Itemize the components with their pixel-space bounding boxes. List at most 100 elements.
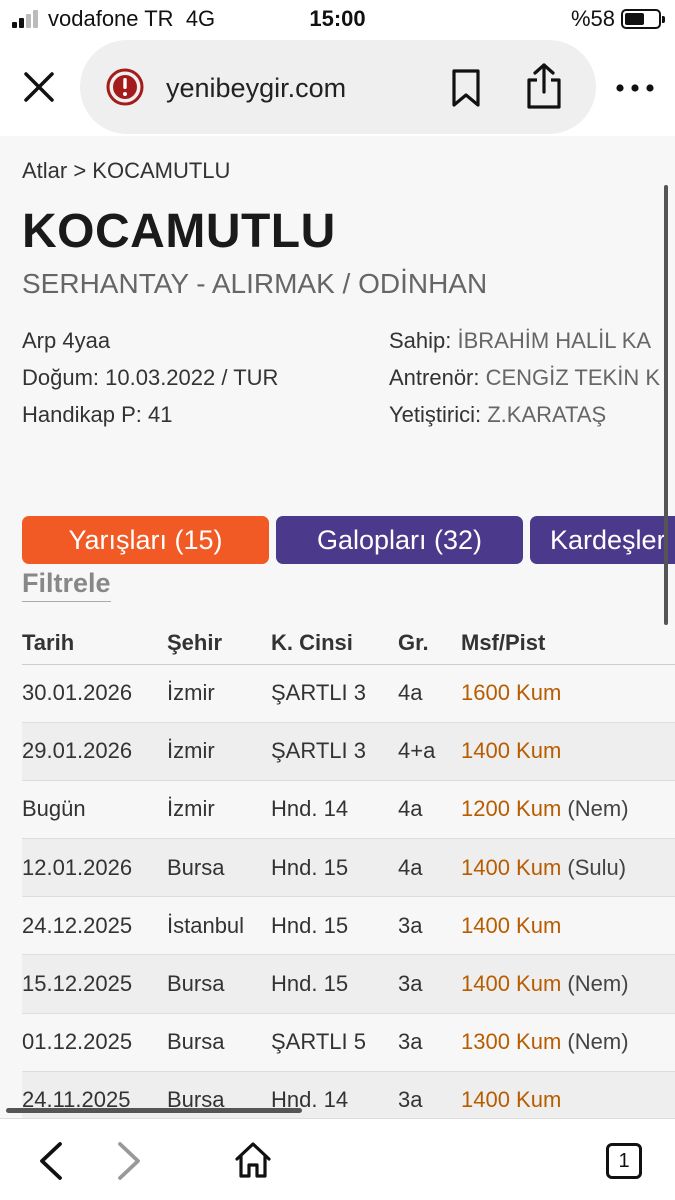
races-table: Tarih Şehir K. Cinsi Gr. Msf/Pist 30.01.… [22, 622, 675, 1118]
vertical-scrollbar[interactable] [664, 185, 668, 625]
cell-distance-track: 1400 Kum [461, 1071, 675, 1118]
home-button[interactable] [234, 1141, 272, 1179]
header-city[interactable]: Şehir [167, 622, 271, 665]
info-breed-age: Arp 4yaa [22, 328, 111, 353]
tab-races[interactable]: Yarışları (15) [22, 516, 269, 564]
info-owner: Sahip: İBRAHİM HALİL KA [389, 328, 652, 353]
browser-toolbar: yenibeygir.com [0, 38, 675, 136]
cell-date[interactable]: 29.01.2026 [22, 722, 167, 781]
status-bar: vodafone TR 4G 15:00 %58 [0, 0, 675, 38]
share-button[interactable] [524, 62, 564, 110]
cell-date[interactable]: 01.12.2025 [22, 1013, 167, 1072]
cell-city: İstanbul [167, 896, 271, 956]
bookmark-icon [452, 69, 480, 107]
distance-link[interactable]: 1400 Kum [461, 855, 561, 880]
back-button[interactable] [36, 1141, 66, 1181]
info-birth: Doğum: 10.03.2022 / TUR [22, 365, 279, 390]
table-row[interactable]: 24.12.2025 İstanbul Hnd. 15 3a 1400 Kum [22, 896, 675, 956]
cell-group: 3a [398, 954, 461, 1014]
cell-distance-track: 1200 Kum (Nem) [461, 780, 675, 840]
address-bar[interactable]: yenibeygir.com [80, 40, 596, 134]
horse-info-left: Arp 4yaa Doğum: 10.03.2022 / TUR Handika… [22, 322, 278, 433]
cell-city: Bursa [167, 1013, 271, 1072]
distance-link[interactable]: 1200 Kum [461, 796, 561, 821]
breeder-link[interactable]: Z.KARATAŞ [487, 402, 606, 427]
battery-icon [621, 9, 665, 29]
share-icon [527, 63, 561, 109]
cell-group: 4a [398, 780, 461, 840]
distance-link[interactable]: 1300 Kum [461, 1029, 561, 1054]
tab-siblings[interactable]: Kardeşler [530, 516, 675, 564]
more-button[interactable] [612, 78, 660, 98]
distance-link[interactable]: 1400 Kum [461, 913, 561, 938]
table-row[interactable]: 30.01.2026 İzmir ŞARTLI 3 4a 1600 Kum [22, 664, 675, 723]
url-text[interactable]: yenibeygir.com [166, 73, 346, 104]
cell-race-type: Hnd. 15 [271, 896, 398, 956]
cell-distance-track: 1400 Kum (Nem) [461, 954, 675, 1014]
cell-city: İzmir [167, 664, 271, 723]
table-row[interactable]: 15.12.2025 Bursa Hnd. 15 3a 1400 Kum (Ne… [22, 954, 675, 1014]
home-icon [235, 1142, 271, 1178]
distance-link[interactable]: 1400 Kum [461, 971, 561, 996]
track-condition: (Nem) [567, 796, 629, 822]
header-distance-track[interactable]: Msf/Pist [461, 622, 675, 665]
bookmark-button[interactable] [450, 68, 482, 108]
distance-link[interactable]: 1400 Kum [461, 1087, 561, 1112]
trainer-link[interactable]: CENGİZ TEKİN K [486, 365, 660, 390]
chevron-right-icon [118, 1142, 140, 1180]
browser-bottom-bar: 1 [0, 1118, 675, 1200]
cell-race-type: Hnd. 15 [271, 954, 398, 1014]
cell-race-type: Hnd. 15 [271, 838, 398, 898]
cell-date[interactable]: 15.12.2025 [22, 954, 167, 1014]
cell-group: 3a [398, 1071, 461, 1118]
tab-gallops[interactable]: Galopları (32) [276, 516, 523, 564]
cell-city: İzmir [167, 722, 271, 781]
horizontal-scrollbar[interactable] [6, 1108, 302, 1113]
header-date[interactable]: Tarih [22, 622, 167, 665]
page-title: KOCAMUTLU [22, 205, 336, 258]
owner-link[interactable]: İBRAHİM HALİL KA [458, 328, 652, 353]
cell-distance-track: 1400 Kum [461, 896, 675, 956]
cell-race-type: ŞARTLI 3 [271, 664, 398, 723]
cell-distance-track: 1400 Kum [461, 722, 675, 781]
close-button[interactable] [20, 68, 58, 106]
cell-city: Bursa [167, 954, 271, 1014]
more-icon [616, 84, 654, 92]
table-row[interactable]: Bugün İzmir Hnd. 14 4a 1200 Kum (Nem) [22, 780, 675, 840]
track-condition: (Sulu) [567, 854, 627, 880]
cell-race-type: ŞARTLI 5 [271, 1013, 398, 1072]
header-group[interactable]: Gr. [398, 622, 461, 665]
info-trainer: Antrenör: CENGİZ TEKİN K [389, 365, 661, 390]
cell-group: 4+a [398, 722, 461, 781]
distance-link[interactable]: 1400 Kum [461, 738, 561, 763]
pedigree: SERHANTAY - ALIRMAK / ODİNHAN [22, 268, 488, 299]
table-row[interactable]: 12.01.2026 Bursa Hnd. 15 4a 1400 Kum (Su… [22, 838, 675, 898]
breadcrumb[interactable]: Atlar > KOCAMUTLU [22, 158, 230, 184]
cell-distance-track: 1400 Kum (Sulu) [461, 838, 675, 898]
cell-city: İzmir [167, 780, 271, 840]
warning-icon[interactable] [106, 68, 144, 106]
tabs-button[interactable]: 1 [606, 1143, 642, 1179]
table-header-row: Tarih Şehir K. Cinsi Gr. Msf/Pist [22, 622, 675, 665]
track-condition: (Nem) [567, 1029, 629, 1055]
cell-date[interactable]: 12.01.2026 [22, 838, 167, 898]
battery-percent: %58 [570, 6, 615, 31]
cell-race-type: ŞARTLI 3 [271, 722, 398, 781]
info-breeder: Yetiştirici: Z.KARATAŞ [389, 402, 607, 427]
cell-group: 3a [398, 1013, 461, 1072]
cell-race-type: Hnd. 14 [271, 780, 398, 840]
forward-button[interactable] [114, 1141, 144, 1181]
table-row[interactable]: 29.01.2026 İzmir ŞARTLI 3 4+a 1400 Kum [22, 722, 675, 781]
table-row[interactable]: 01.12.2025 Bursa ŞARTLI 5 3a 1300 Kum (N… [22, 1013, 675, 1072]
cell-group: 4a [398, 664, 461, 723]
cell-date[interactable]: Bugün [22, 780, 167, 840]
close-icon [24, 72, 54, 102]
cell-date[interactable]: 24.12.2025 [22, 896, 167, 956]
cell-date[interactable]: 30.01.2026 [22, 664, 167, 723]
info-handicap: Handikap P: 41 [22, 402, 173, 427]
filter-link[interactable]: Filtrele [22, 568, 111, 602]
distance-link[interactable]: 1600 Kum [461, 680, 561, 705]
header-race-type[interactable]: K. Cinsi [271, 622, 398, 665]
cell-group: 4a [398, 838, 461, 898]
cell-group: 3a [398, 896, 461, 956]
